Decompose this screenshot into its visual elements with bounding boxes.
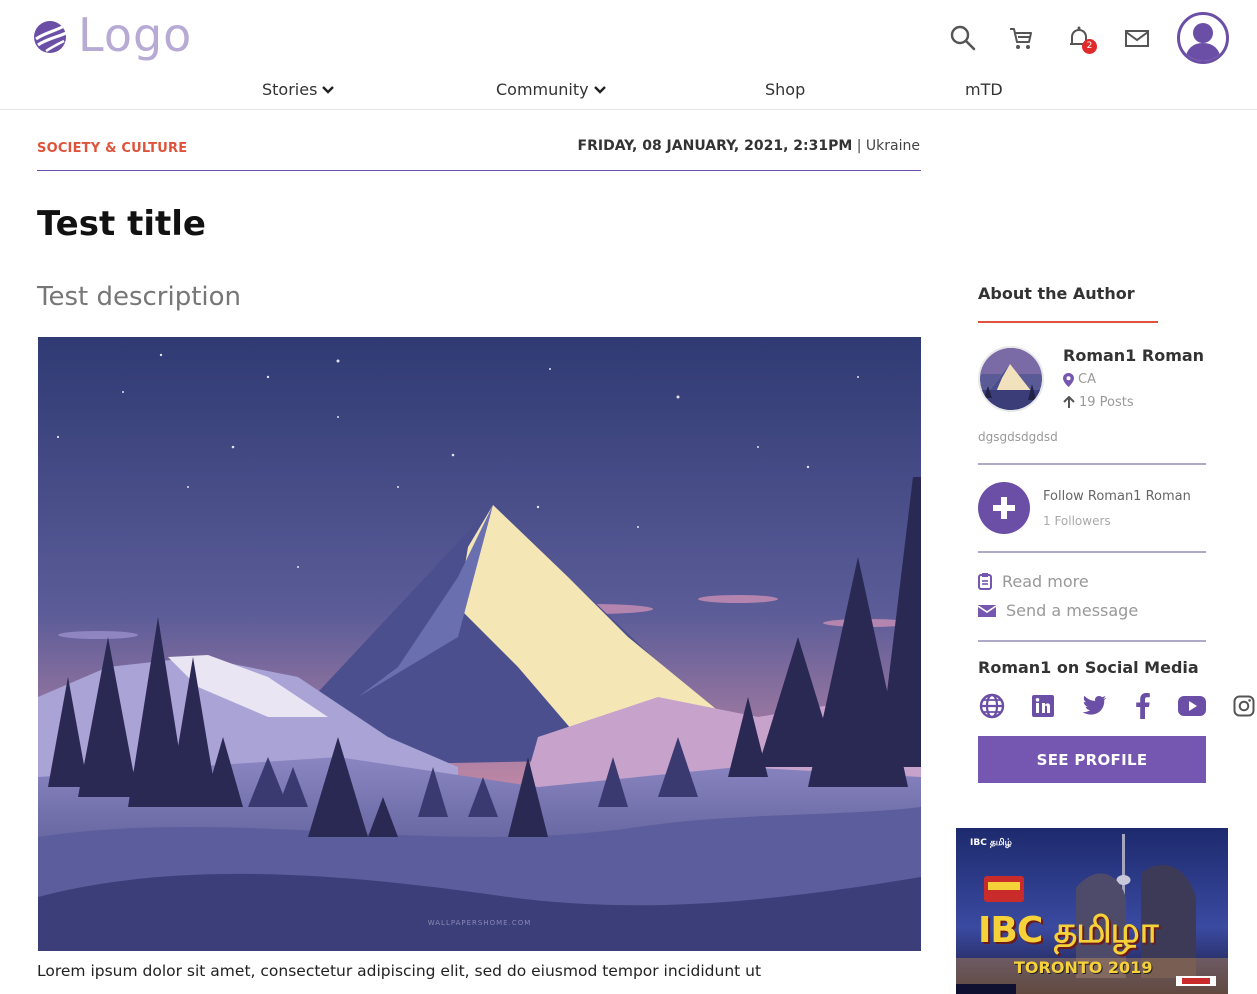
document-icon	[978, 573, 992, 590]
sidebar-divider	[978, 640, 1206, 642]
article-category[interactable]: SOCIETY & CULTURE	[37, 141, 187, 156]
nav-shop-label: Shop	[765, 80, 806, 99]
about-author-heading: About the Author	[978, 284, 1135, 303]
follow-label[interactable]: Follow Roman1 Roman	[1043, 489, 1191, 504]
website-link[interactable]	[978, 692, 1006, 720]
search-icon	[950, 25, 976, 51]
ad-headline: IBC தமிழா	[978, 910, 1158, 951]
article-dateline: FRIDAY, 08 JANUARY, 2021, 2:31PM | Ukrai…	[578, 138, 920, 154]
article-location: Ukraine	[865, 138, 920, 154]
meta-divider	[37, 170, 921, 171]
chevron-down-icon	[593, 85, 606, 94]
follow-button[interactable]	[978, 482, 1030, 534]
send-message-link[interactable]: Send a message	[978, 601, 1138, 620]
nav-shop[interactable]: Shop	[765, 80, 805, 99]
nav-community-label: Community	[496, 80, 589, 99]
user-avatar-button[interactable]	[1177, 12, 1229, 64]
youtube-link[interactable]	[1178, 692, 1206, 720]
author-posts: 19 Posts	[1063, 395, 1134, 410]
read-more-label: Read more	[1002, 572, 1089, 591]
logo-mark-icon	[34, 21, 67, 53]
ad-subheadline: TORONTO 2019	[1014, 958, 1153, 977]
advertisement-banner[interactable]: IBC தமிழ் IBC தமிழா TORONTO 2019	[956, 828, 1228, 994]
youtube-icon	[1178, 696, 1206, 716]
social-media-heading: Roman1 on Social Media	[978, 658, 1199, 677]
linkedin-icon	[1032, 695, 1054, 717]
author-avatar-image	[980, 348, 1042, 410]
cart-button[interactable]	[1005, 22, 1037, 54]
author-name[interactable]: Roman1 Roman	[1063, 346, 1204, 365]
author-location: CA	[1063, 372, 1096, 387]
search-button[interactable]	[947, 22, 979, 54]
twitter-icon	[1082, 695, 1106, 715]
mountain-landscape-illustration	[38, 337, 921, 951]
instagram-link[interactable]	[1230, 692, 1257, 720]
globe-icon	[979, 693, 1005, 719]
nav-community[interactable]: Community	[496, 80, 606, 99]
nav-stories-label: Stories	[262, 80, 318, 99]
about-author-underline	[978, 321, 1158, 323]
author-avatar[interactable]	[978, 346, 1044, 412]
notification-count-badge: 2	[1082, 39, 1097, 54]
ad-small-label: IBC தமிழ்	[970, 838, 1012, 848]
author-bio: dgsgdsdgdsd	[978, 430, 1058, 444]
article-body: Lorem ipsum dolor sit amet, consectetur …	[37, 962, 762, 980]
author-posts-text: 19 Posts	[1079, 395, 1134, 410]
social-icons-row	[978, 692, 1257, 720]
article-description: Test description	[37, 282, 242, 312]
nav-mtd-label: mTD	[965, 80, 1003, 99]
linkedin-link[interactable]	[1029, 692, 1057, 720]
nav-stories[interactable]: Stories	[262, 80, 335, 99]
notifications-button[interactable]: 2	[1063, 22, 1097, 54]
sidebar-divider	[978, 463, 1206, 465]
facebook-icon	[1136, 693, 1150, 719]
header-actions: 2	[921, 12, 1229, 64]
main-nav: Stories Community Shop mTD	[0, 80, 1257, 104]
mail-icon	[1125, 30, 1149, 47]
followers-count: 1 Followers	[1043, 514, 1111, 528]
facebook-link[interactable]	[1129, 692, 1157, 720]
messages-button[interactable]	[1121, 22, 1153, 54]
user-avatar-icon	[1185, 23, 1221, 61]
date-separator: |	[852, 138, 866, 154]
article-date: FRIDAY, 08 JANUARY, 2021, 2:31PM	[577, 138, 853, 154]
envelope-icon	[978, 604, 996, 617]
see-profile-button[interactable]: SEE PROFILE	[978, 736, 1206, 783]
article-hero-image: WALLPAPERSHOME.COM	[38, 337, 921, 951]
author-location-text: CA	[1078, 372, 1096, 387]
instagram-icon	[1233, 695, 1255, 717]
logo-text: Logo	[78, 8, 193, 62]
article-title: Test title	[37, 204, 206, 244]
arrow-up-icon	[1063, 396, 1075, 408]
send-message-label: Send a message	[1006, 601, 1139, 620]
read-more-link[interactable]: Read more	[978, 572, 1089, 591]
map-pin-icon	[1063, 372, 1074, 387]
image-watermark: WALLPAPERSHOME.COM	[427, 919, 532, 927]
cart-icon	[1010, 28, 1032, 49]
twitter-link[interactable]	[1080, 692, 1108, 720]
site-header: Logo 2 Stories Community Shop mTD	[0, 0, 1257, 110]
sidebar-divider	[978, 551, 1206, 553]
nav-mtd[interactable]: mTD	[965, 80, 1003, 99]
logo[interactable]: Logo	[28, 10, 192, 60]
chevron-down-icon	[322, 85, 335, 94]
plus-icon	[993, 497, 1015, 519]
